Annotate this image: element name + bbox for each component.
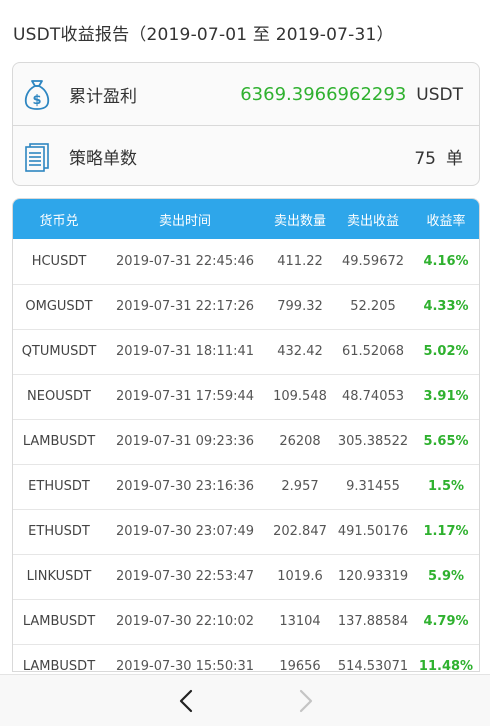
cell-time: 2019-07-31 22:45:46 [115, 253, 255, 269]
cell-income: 137.88584 [335, 598, 411, 644]
cell-income: 61.52068 [335, 328, 411, 374]
table-row: LINKUSDT 2019-07-30 22:53:47 1019.6 120.… [13, 553, 479, 599]
cell-pair: LINKUSDT [13, 553, 105, 599]
cell-time: 2019-07-30 23:07:49 [105, 508, 265, 554]
table-row: LAMBUSDT 2019-07-30 22:10:02 13104 137.8… [13, 598, 479, 644]
cell-rate: 1.17% [411, 508, 479, 554]
table-row: LAMBUSDT 2019-07-30 15:50:31 19656 514.5… [13, 643, 479, 671]
cell-income: 120.93319 [335, 553, 411, 599]
cell-pair: LAMBUSDT [13, 418, 105, 464]
summary-row-orders: 策略单数 75 单 [13, 125, 479, 187]
cell-income: 514.53071 [335, 643, 411, 671]
chevron-left-icon[interactable] [173, 688, 199, 714]
cell-income: 9.31455 [335, 463, 411, 509]
cell-time: 2019-07-30 23:16:36 [105, 463, 265, 509]
table-row: HCUSDT 2019-07-31 22:45:46 411.22 49.596… [13, 239, 479, 284]
cell-income: 52.205 [335, 283, 411, 329]
cell-pair: LAMBUSDT [13, 598, 105, 644]
column-header-sell-qty: 卖出数量 [273, 213, 326, 229]
summary-row-profit: $ 累计盈利 6369.3966962293 USDT [13, 63, 479, 125]
table-row: ETHUSDT 2019-07-30 23:16:36 2.957 9.3145… [13, 463, 479, 509]
cell-rate: 5.02% [411, 328, 479, 374]
cell-income: 305.38522 [335, 418, 411, 464]
cell-time: 2019-07-30 22:53:47 [105, 553, 265, 599]
cell-rate: 5.9% [411, 553, 479, 599]
cell-income: 49.59672 [341, 253, 405, 269]
cell-pair: NEOUSDT [13, 373, 105, 419]
trades-table-container[interactable]: 货币兑 卖出时间 卖出数量 卖出收益 收益率 HCUSDT 2019-07-31… [12, 198, 480, 672]
orders-unit: 单 [446, 149, 463, 169]
cell-pair: ETHUSDT [13, 463, 105, 509]
table-row: NEOUSDT 2019-07-31 17:59:44 109.548 48.7… [13, 373, 479, 419]
cell-rate: 1.5% [411, 463, 479, 509]
chevron-right-icon[interactable] [293, 688, 319, 714]
cell-time: 2019-07-31 17:59:44 [105, 373, 265, 419]
page-title: USDT收益报告（2019-07-01 至 2019-07-31） [13, 25, 394, 45]
profit-unit: USDT [416, 84, 463, 105]
cell-pair: LAMBUSDT [13, 643, 105, 671]
cell-rate: 4.16% [423, 253, 469, 269]
cell-qty: 202.847 [265, 508, 335, 554]
cell-pair: ETHUSDT [13, 508, 105, 554]
cell-qty: 432.42 [265, 328, 335, 374]
cell-qty: 26208 [265, 418, 335, 464]
browser-nav-bar [0, 674, 490, 726]
svg-text:$: $ [32, 93, 41, 108]
cell-qty: 109.548 [265, 373, 335, 419]
cell-time: 2019-07-31 22:17:26 [105, 283, 265, 329]
table-header-row: 货币兑 卖出时间 卖出数量 卖出收益 收益率 [13, 199, 479, 239]
table-row: OMGUSDT 2019-07-31 22:17:26 799.32 52.20… [13, 283, 479, 329]
document-list-icon [23, 141, 51, 173]
summary-card: $ 累计盈利 6369.3966962293 USDT 策略单数 75 单 [12, 62, 480, 186]
cell-rate: 11.48% [411, 643, 479, 671]
cell-qty: 411.22 [277, 253, 323, 269]
column-header-pair: 货币兑 [39, 213, 79, 229]
column-header-rate: 收益率 [426, 213, 466, 229]
cell-pair: QTUMUSDT [13, 328, 105, 374]
cumulative-profit-value: 6369.3966962293 USDT [240, 84, 463, 105]
cell-time: 2019-07-30 15:50:31 [105, 643, 265, 671]
cell-qty: 1019.6 [265, 553, 335, 599]
cell-qty: 2.957 [265, 463, 335, 509]
column-header-sell-time: 卖出时间 [158, 213, 211, 229]
table-row: QTUMUSDT 2019-07-31 18:11:41 432.42 61.5… [13, 328, 479, 374]
cell-rate: 4.79% [411, 598, 479, 644]
cell-time: 2019-07-30 22:10:02 [105, 598, 265, 644]
cell-income: 491.50176 [335, 508, 411, 554]
cell-time: 2019-07-31 18:11:41 [105, 328, 265, 374]
cell-time: 2019-07-31 09:23:36 [105, 418, 265, 464]
orders-count: 75 [414, 149, 436, 169]
cell-income: 48.74053 [335, 373, 411, 419]
cell-pair: HCUSDT [31, 253, 87, 269]
cell-qty: 13104 [265, 598, 335, 644]
cell-rate: 3.91% [411, 373, 479, 419]
profit-amount: 6369.3966962293 [240, 83, 407, 105]
strategy-orders-label: 策略单数 [69, 149, 137, 169]
cell-qty: 799.32 [265, 283, 335, 329]
cumulative-profit-label: 累计盈利 [69, 86, 137, 107]
cell-qty: 19656 [265, 643, 335, 671]
strategy-orders-value: 75 单 [414, 144, 463, 169]
column-header-sell-income: 卖出收益 [346, 213, 399, 229]
cell-rate: 5.65% [411, 418, 479, 464]
table-row: ETHUSDT 2019-07-30 23:07:49 202.847 491.… [13, 508, 479, 554]
trades-table: 货币兑 卖出时间 卖出数量 卖出收益 收益率 HCUSDT 2019-07-31… [13, 199, 479, 671]
cell-pair: OMGUSDT [13, 283, 105, 329]
cell-rate: 4.33% [411, 283, 479, 329]
table-row: LAMBUSDT 2019-07-31 09:23:36 26208 305.3… [13, 418, 479, 464]
money-bag-icon: $ [23, 78, 51, 110]
